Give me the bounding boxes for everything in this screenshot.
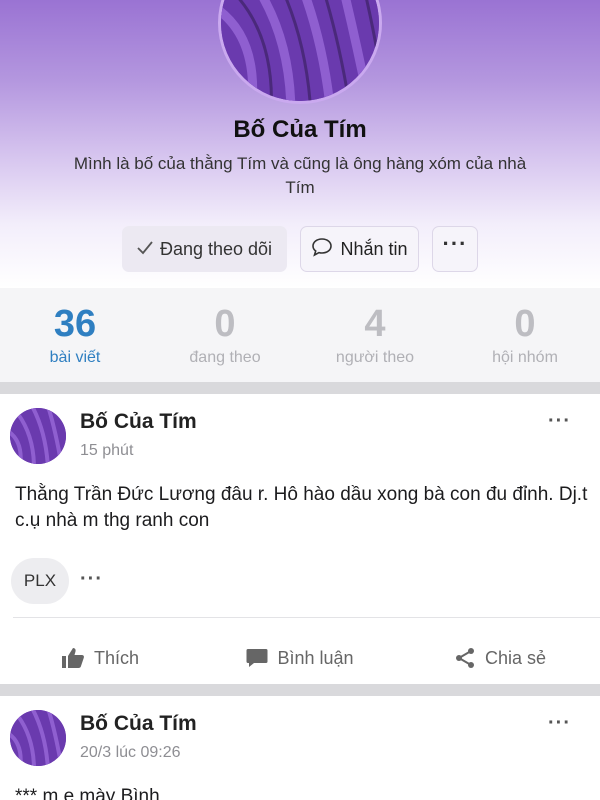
post-author-name[interactable]: Bố Của Tím [80,410,197,434]
post-text: Thằng Trần Đức Lương đâu r. Hô hào dầu x… [15,484,588,531]
stat-value: 0 [514,303,536,345]
post-more-options[interactable]: ··· [548,712,571,735]
profile-bio: Mình là bố của thằng Tím và cũng là ông … [73,154,527,197]
message-button[interactable]: Nhắn tin [300,226,419,272]
stat-value: 0 [214,303,236,345]
stat-followers[interactable]: 4 người theo [300,288,450,382]
share-label: Chia sẻ [484,647,547,668]
share-icon [454,647,476,669]
stat-label: đang theo [189,349,261,366]
chat-bubble-icon [311,237,333,262]
profile-avatar[interactable] [218,0,382,104]
like-label: Thích [93,647,140,668]
comment-icon [246,648,268,668]
stat-value: 4 [364,303,386,345]
message-label: Nhắn tin [340,238,408,259]
post-divider [13,617,600,618]
post-timestamp: 15 phút [80,442,134,459]
more-options-button[interactable]: ··· [432,226,478,272]
following-button[interactable]: Đang theo dõi [122,226,287,272]
stat-value: 36 [53,303,97,345]
stat-label: hội nhóm [492,349,558,366]
stat-label: người theo [335,349,415,366]
comment-label: Bình luận [277,647,354,668]
profile-stats: 36 bài viết 0 đang theo 4 người theo 0 h… [0,288,600,382]
post-actions: Thích Bình luận Chia sẻ [0,632,600,684]
post-card: Bố Của Tím 20/3 lúc 09:26 ··· *** m e mà… [0,696,600,800]
post-more-options[interactable]: ··· [548,410,571,433]
post-tag-chip[interactable]: PLX [11,558,69,604]
post-author-avatar[interactable] [10,408,66,464]
checkmark-icon [137,239,153,260]
like-button[interactable]: Thích [0,632,200,684]
post-author-name[interactable]: Bố Của Tím [80,712,197,736]
post-author-avatar[interactable] [10,710,66,766]
stat-groups[interactable]: 0 hội nhóm [450,288,600,382]
comment-button[interactable]: Bình luận [200,632,400,684]
post-card: Bố Của Tím 15 phút ··· Thằng Trần Đức Lư… [0,394,600,684]
stat-label: bài viết [49,349,101,366]
stat-following[interactable]: 0 đang theo [150,288,300,382]
thumbs-up-icon [61,647,85,669]
stat-posts[interactable]: 36 bài viết [0,288,150,382]
profile-name: Bố Của Tím [233,116,367,143]
tag-more-options[interactable]: ··· [80,568,103,591]
post-timestamp: 20/3 lúc 09:26 [80,744,181,761]
profile-header: Bố Của Tím Mình là bố của thằng Tím và c… [0,0,600,288]
following-label: Đang theo dõi [159,238,273,259]
share-button[interactable]: Chia sẻ [400,632,600,684]
section-separator [0,382,600,394]
post-text: *** m e mày Bình [15,786,160,800]
section-separator [0,684,600,696]
